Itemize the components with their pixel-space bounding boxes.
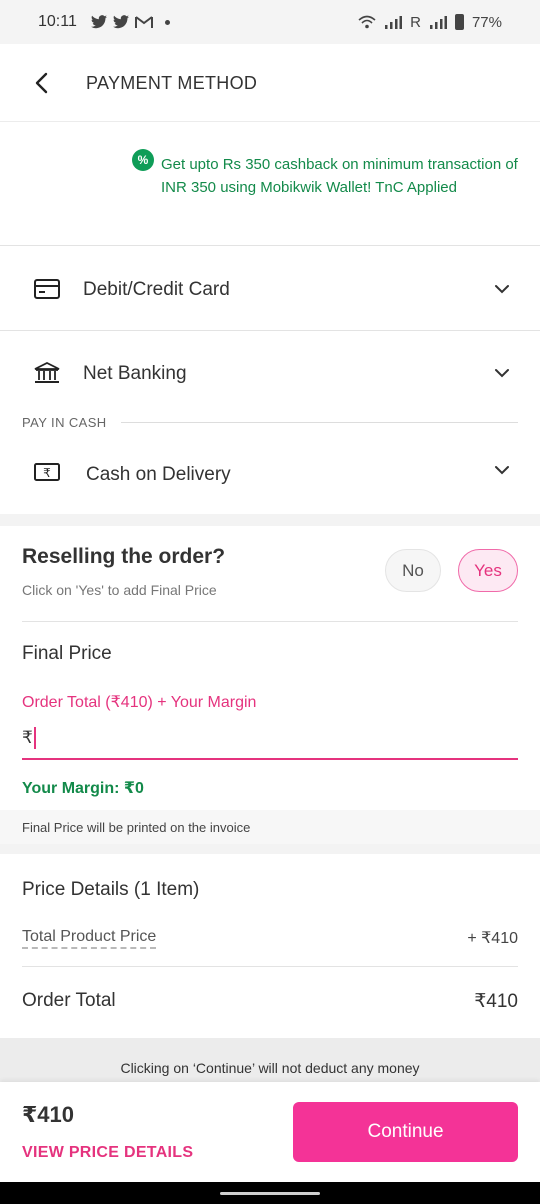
home-handle[interactable] — [220, 1192, 320, 1195]
payment-option-cod[interactable]: ₹ Cash on Delivery — [0, 432, 540, 514]
payment-option-label: Cash on Delivery — [86, 464, 231, 485]
total-product-price-label[interactable]: Total Product Price — [22, 928, 157, 949]
footer-amount: ₹410 — [22, 1102, 75, 1127]
network-roaming: R — [410, 13, 421, 31]
resell-subtitle: Click on 'Yes' to add Final Price — [22, 582, 217, 598]
dot-icon — [164, 19, 170, 25]
your-margin: Your Margin: ₹0 — [22, 780, 144, 797]
signal-icon — [385, 16, 403, 29]
divider — [121, 422, 518, 423]
chevron-down-icon — [495, 369, 509, 378]
notification-icons — [90, 15, 170, 29]
twitter-icon — [90, 15, 107, 29]
page-title: PAYMENT METHOD — [86, 73, 258, 93]
cash-icon: ₹ — [34, 463, 60, 481]
section-gap — [0, 514, 540, 526]
text-caret — [33, 727, 36, 749]
continue-note: Clicking on ‘Continue’ will not deduct a… — [0, 1038, 540, 1082]
chevron-down-icon — [495, 285, 509, 294]
section-gap — [0, 844, 540, 854]
checkout-footer: ₹410 VIEW PRICE DETAILS Continue — [0, 1082, 540, 1182]
continue-button[interactable]: Continue — [293, 1102, 518, 1162]
resell-title: Reselling the order? — [22, 545, 226, 568]
twitter-icon — [112, 15, 129, 29]
offer-badge-icon: % — [132, 149, 154, 171]
resell-yes-button[interactable]: Yes — [458, 549, 518, 592]
battery-percentage: 77% — [471, 13, 502, 31]
payment-option-label: Net Banking — [83, 363, 187, 384]
price-details-title: Price Details (1 Item) — [22, 879, 200, 900]
cashback-offer: % Get upto Rs 350 cashback on minimum tr… — [0, 123, 540, 246]
chevron-down-icon — [495, 466, 509, 475]
order-total-value: ₹410 — [474, 991, 518, 1012]
payment-option-card[interactable]: Debit/Credit Card — [0, 247, 540, 331]
final-price-title: Final Price — [22, 643, 112, 664]
svg-text:₹: ₹ — [43, 466, 51, 480]
resell-no-button[interactable]: No — [385, 549, 441, 592]
battery-icon — [454, 14, 464, 30]
invoice-note: Final Price will be printed on the invoi… — [0, 810, 540, 844]
payment-option-label: Debit/Credit Card — [83, 279, 230, 300]
app-header: PAYMENT METHOD — [0, 44, 540, 122]
rupee-prefix: ₹ — [22, 728, 33, 747]
payment-option-netbanking[interactable]: Net Banking — [0, 331, 540, 415]
status-time: 10:11 — [38, 13, 77, 30]
divider — [22, 621, 518, 622]
final-price-input[interactable]: ₹ — [22, 718, 518, 760]
bank-icon — [34, 361, 60, 383]
card-icon — [34, 279, 60, 299]
order-total-label: Order Total — [22, 990, 116, 1011]
total-product-price-value: + ₹410 — [467, 930, 518, 947]
signal-icon — [429, 16, 447, 29]
back-arrow-icon — [35, 72, 48, 94]
final-price-input-label: Order Total (₹410) + Your Margin — [22, 694, 257, 711]
system-nav-bar — [0, 1182, 540, 1204]
status-bar: 10:11 R 77% — [0, 0, 540, 44]
back-button[interactable] — [26, 68, 56, 98]
offer-text: Get upto Rs 350 cashback on minimum tran… — [161, 156, 518, 196]
wifi-icon — [358, 15, 376, 29]
gmail-icon — [134, 16, 153, 28]
divider — [22, 966, 518, 967]
pay-in-cash-label: PAY IN CASH — [22, 415, 107, 430]
view-price-details-link[interactable]: VIEW PRICE DETAILS — [22, 1144, 193, 1162]
